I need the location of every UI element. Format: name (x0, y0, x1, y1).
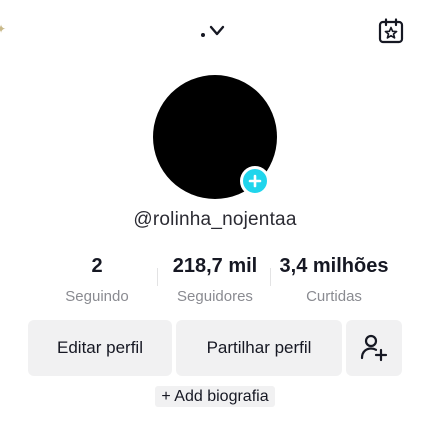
stat-likes[interactable]: 3,4 milhões Curtidas (272, 255, 396, 305)
username: @rolinha_nojentaa (133, 209, 297, 230)
calendar-star-icon (378, 18, 404, 44)
plus-icon (248, 174, 262, 188)
stat-following-value: 2 (91, 255, 103, 277)
add-photo-button[interactable] (240, 166, 270, 196)
account-switcher[interactable] (198, 22, 232, 42)
stat-followers-label: Seguidores (177, 288, 253, 305)
stat-likes-label: Curtidas (306, 288, 362, 305)
add-user-icon (360, 334, 388, 362)
add-friend-button[interactable] (346, 320, 402, 376)
stat-following-label: Seguindo (65, 288, 129, 305)
stat-followers[interactable]: 218,7 mil Seguidores (162, 255, 268, 305)
chevron-down-icon (209, 25, 225, 36)
edit-profile-button[interactable]: Editar perfil (28, 320, 172, 376)
add-bio-button[interactable]: + Add biografia (155, 386, 275, 407)
bio-row: + Add biografia (0, 386, 430, 407)
stat-followers-value: 218,7 mil (172, 255, 258, 277)
stat-divider (270, 268, 271, 286)
share-profile-button[interactable]: Partilhar perfil (176, 320, 342, 376)
stat-divider (157, 268, 158, 286)
stat-following[interactable]: 2 Seguindo (47, 255, 147, 305)
stat-likes-value: 3,4 milhões (279, 255, 389, 277)
calendar-button[interactable] (377, 17, 405, 45)
status-dot (201, 33, 205, 37)
edge-artifact: ✦ (0, 22, 7, 36)
